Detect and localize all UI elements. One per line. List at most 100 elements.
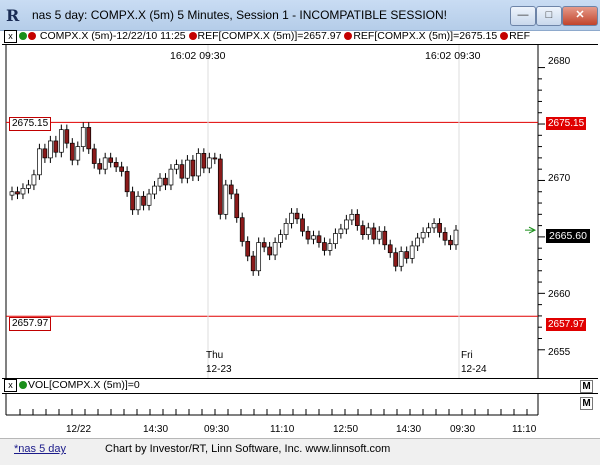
candle-body xyxy=(102,157,108,170)
candle-body xyxy=(223,184,229,215)
candle-body xyxy=(305,230,311,240)
time-readout-left: 16:02 09:30 xyxy=(170,50,226,62)
chart-frame xyxy=(5,45,539,378)
candle-body xyxy=(163,177,168,186)
candle-body xyxy=(119,166,124,172)
candle-body xyxy=(338,228,344,234)
volume-label[interactable]: VOL[COMPX.X (5m)]=0 xyxy=(28,379,140,391)
ref-lower-left-label: 2657.97 xyxy=(9,317,52,331)
series-color-icon xyxy=(28,32,36,40)
candle-body xyxy=(442,232,448,241)
close-button[interactable]: ✕ xyxy=(562,6,598,26)
day-label: Thu xyxy=(206,350,224,361)
legend-close-icon[interactable]: x xyxy=(4,30,17,43)
candle-body xyxy=(322,242,327,251)
candle-body xyxy=(333,233,338,245)
candle-body xyxy=(130,191,135,211)
app-icon: R xyxy=(6,6,20,25)
time-tick-label: 14:30 xyxy=(143,424,169,435)
candle-body xyxy=(300,218,305,232)
candle-body xyxy=(37,148,42,176)
candle-body xyxy=(91,148,97,164)
candle-body xyxy=(9,191,15,196)
candle-body xyxy=(15,191,20,195)
candle-body xyxy=(272,242,278,256)
candle-body xyxy=(278,234,283,243)
candle-body xyxy=(64,129,70,144)
candle-body xyxy=(185,159,190,179)
candle-body xyxy=(108,157,114,163)
candlestick-series xyxy=(9,122,459,276)
candle-body xyxy=(437,223,442,233)
legend-ref2-label[interactable]: REF[COMPX.X (5m)]=2675.15 xyxy=(353,30,497,42)
candle-body xyxy=(289,212,294,224)
status-credit: Chart by Investor/RT, Linn Software, Inc… xyxy=(105,443,391,455)
candle-body xyxy=(234,193,240,219)
candle-body xyxy=(409,245,415,259)
candle-body xyxy=(426,227,431,233)
candle-body xyxy=(206,157,212,169)
candle-body xyxy=(398,251,404,267)
candle-body xyxy=(179,164,185,179)
candle-body xyxy=(190,159,196,177)
candle-body xyxy=(245,241,251,257)
candle-body xyxy=(393,252,399,267)
series-active-icon xyxy=(19,32,27,40)
legend-series-label[interactable]: COMPX.X (5m)-12/22/10 11:25 xyxy=(40,30,186,42)
minimize-button[interactable]: — xyxy=(510,6,536,26)
volume-maximize-button[interactable]: M xyxy=(580,380,593,393)
volume-pane-header: x VOL[COMPX.X (5m)]=0 xyxy=(2,378,598,394)
time-tick-label: 09:30 xyxy=(450,424,476,435)
time-axis-maximize-button[interactable]: M xyxy=(580,397,593,410)
candle-body xyxy=(283,223,289,235)
day-label: Fri xyxy=(461,350,473,361)
chart-legend-row: x COMPX.X (5m)-12/22/10 11:25 REF[COMPX.… xyxy=(2,30,598,45)
price-tick: 2655 xyxy=(548,347,571,358)
candle-body xyxy=(311,235,316,240)
candle-body xyxy=(152,185,157,195)
candle-body xyxy=(135,195,141,211)
candle-body xyxy=(294,212,300,220)
candle-body xyxy=(360,225,366,235)
legend-ref3-label[interactable]: REF xyxy=(509,30,530,42)
candle-body xyxy=(97,163,103,170)
legend-ref1-label[interactable]: REF[COMPX.X (5m)]=2657.97 xyxy=(198,30,342,42)
candle-body xyxy=(146,193,152,206)
date-label: 12-24 xyxy=(461,364,487,375)
time-readout-right: 16:02 09:30 xyxy=(425,50,481,62)
candle-body xyxy=(382,230,388,246)
candle-body xyxy=(387,244,393,254)
chart-tab-link[interactable]: *nas 5 day xyxy=(14,443,66,455)
candle-body xyxy=(80,127,86,147)
candle-body xyxy=(354,213,360,226)
candle-body xyxy=(267,246,272,256)
candle-body xyxy=(327,243,333,251)
candle-body xyxy=(42,148,48,159)
candle-body xyxy=(31,174,37,186)
candle-body xyxy=(201,153,207,169)
volume-close-icon[interactable]: x xyxy=(4,379,17,392)
candle-body xyxy=(113,162,119,168)
candle-body xyxy=(431,223,437,229)
window-title: nas 5 day: COMPX.X (5m) 5 Minutes, Sessi… xyxy=(32,8,448,22)
candle-body xyxy=(404,251,410,259)
ref-dot-icon xyxy=(500,32,509,40)
maximize-button[interactable]: □ xyxy=(536,6,562,26)
candle-body xyxy=(86,127,92,150)
price-tick: 2670 xyxy=(548,173,571,184)
price-chart[interactable] xyxy=(0,45,600,378)
candle-body xyxy=(349,213,355,221)
current-price-arrow-icon xyxy=(525,226,537,234)
candle-body xyxy=(196,153,201,177)
candle-body xyxy=(124,171,130,193)
ref-dot-icon xyxy=(188,32,197,40)
candle-body xyxy=(217,158,223,215)
candle-body xyxy=(448,239,453,246)
ref-upper-left-label: 2675.15 xyxy=(9,117,52,131)
candle-body xyxy=(376,230,382,240)
candle-body xyxy=(48,140,53,159)
candle-body xyxy=(141,195,146,206)
ref-lower-axis-flag: 2657.97 xyxy=(546,318,587,331)
candle-body xyxy=(20,188,26,195)
candle-body xyxy=(69,142,75,161)
